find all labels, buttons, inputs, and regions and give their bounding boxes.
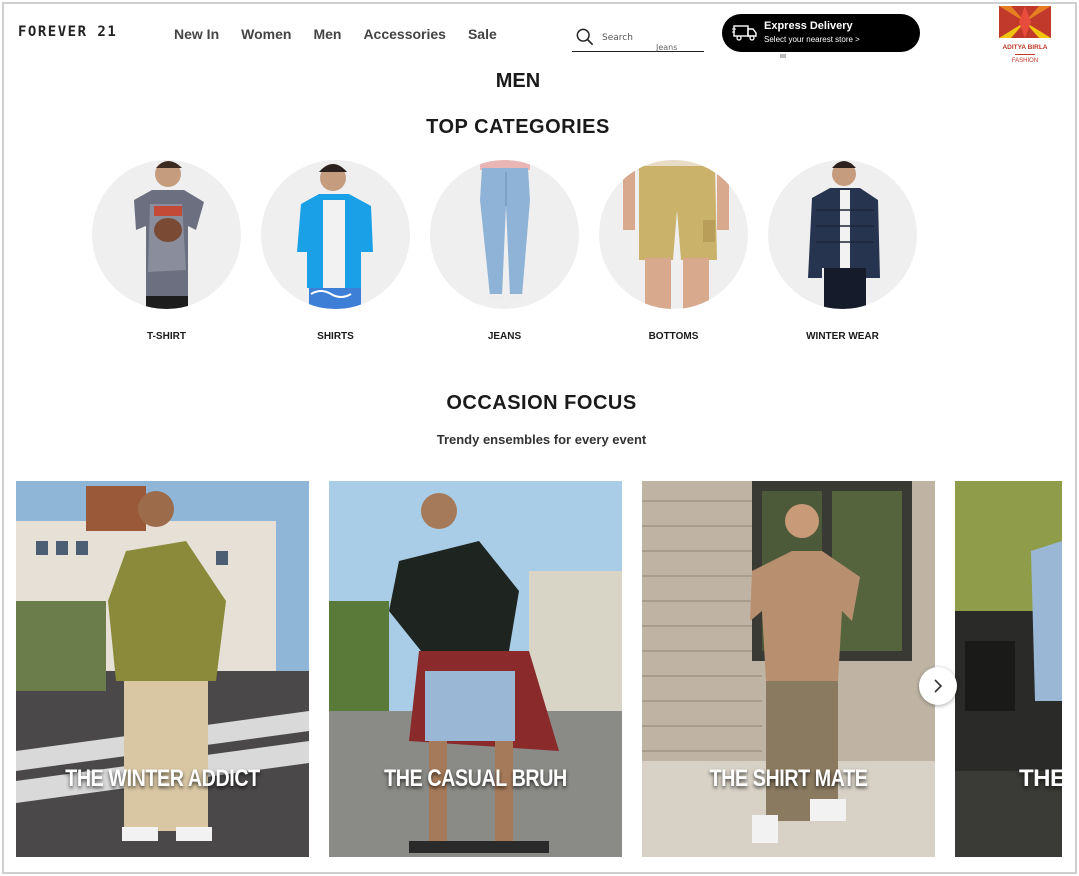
- site-header: FOREVER 21 New In Women Men Accessories …: [4, 4, 1075, 68]
- express-indicator: [780, 54, 786, 58]
- occasion-carousel: THE WINTER ADDICT THE CASUAL BRUH THE SH…: [16, 481, 1062, 858]
- shorts-model-image: [599, 160, 748, 309]
- occasion-card[interactable]: THE SHIRT MATE: [642, 481, 935, 857]
- truck-icon: [732, 25, 757, 41]
- nav-men[interactable]: Men: [313, 26, 341, 42]
- card-caption: THE WINTER ADDICT: [65, 765, 260, 792]
- express-title: Express Delivery: [764, 20, 853, 32]
- jeans-model-image: [430, 160, 579, 309]
- category-shirts[interactable]: SHIRTS: [261, 160, 410, 342]
- nav-women[interactable]: Women: [241, 26, 291, 42]
- search-icon: [576, 28, 594, 46]
- category-tshirt[interactable]: T-SHIRT: [92, 160, 241, 342]
- category-list: T-SHIRT SHIRTS JEANS BOTTOMS WINTER WEAR: [92, 160, 917, 342]
- card-caption: THE CASUAL BRUH: [384, 765, 567, 792]
- category-winter-wear[interactable]: WINTER WEAR: [768, 160, 917, 342]
- express-subtitle: Select your nearest store >: [764, 35, 860, 44]
- express-delivery-button[interactable]: Express Delivery Select your nearest sto…: [722, 14, 920, 58]
- page-title: MEN: [495, 70, 541, 92]
- partner-divider: [1015, 54, 1035, 55]
- category-label: WINTER WEAR: [806, 331, 879, 342]
- category-label: T-SHIRT: [147, 331, 186, 342]
- category-jeans[interactable]: JEANS: [430, 160, 579, 342]
- partner-name: ADITYA BIRLA: [1002, 44, 1048, 51]
- category-bottoms[interactable]: BOTTOMS: [599, 160, 748, 342]
- occasion-card[interactable]: THE WINTER ADDICT: [16, 481, 309, 857]
- brand-logo[interactable]: FOREVER 21: [18, 24, 117, 40]
- shirt-model-image: [261, 160, 410, 309]
- category-label: BOTTOMS: [648, 331, 699, 342]
- occasion-card[interactable]: THE CASUAL BRUH: [329, 481, 622, 857]
- nav-new-in[interactable]: New In: [174, 26, 219, 42]
- category-label: JEANS: [487, 331, 522, 342]
- winter-addict-image: [16, 481, 309, 857]
- nav-sale[interactable]: Sale: [468, 26, 497, 42]
- main-nav: New In Women Men Accessories Sale: [174, 26, 497, 42]
- search-placeholder: Search: [602, 33, 633, 43]
- card-caption: THE SHIRT MATE: [709, 765, 868, 792]
- tshirt-model-image: [92, 160, 241, 309]
- occasion-subtitle: Trendy ensembles for every event: [436, 432, 647, 447]
- search-hint: Jeans: [656, 43, 678, 52]
- casual-bruh-image: [329, 481, 622, 857]
- occasion-title: OCCASION FOCUS: [446, 392, 637, 414]
- card-caption: THE: [1019, 765, 1062, 792]
- chevron-right-icon: [934, 679, 943, 693]
- jacket-model-image: [768, 160, 917, 309]
- search-input[interactable]: Search Jeans: [572, 26, 704, 52]
- sun-logo-icon: [999, 6, 1051, 38]
- partner-logo[interactable]: ADITYA BIRLA FASHION: [998, 6, 1052, 66]
- category-label: SHIRTS: [317, 331, 354, 342]
- page-frame: FOREVER 21 New In Women Men Accessories …: [2, 2, 1077, 874]
- occasion-card[interactable]: THE: [955, 481, 1062, 857]
- denim-look-image: [955, 481, 1062, 857]
- partner-subname: FASHION: [1011, 58, 1039, 64]
- top-categories-title: TOP CATEGORIES: [426, 116, 610, 138]
- nav-accessories[interactable]: Accessories: [363, 26, 446, 42]
- shirt-mate-image: [642, 481, 935, 857]
- carousel-next-button[interactable]: [919, 667, 957, 705]
